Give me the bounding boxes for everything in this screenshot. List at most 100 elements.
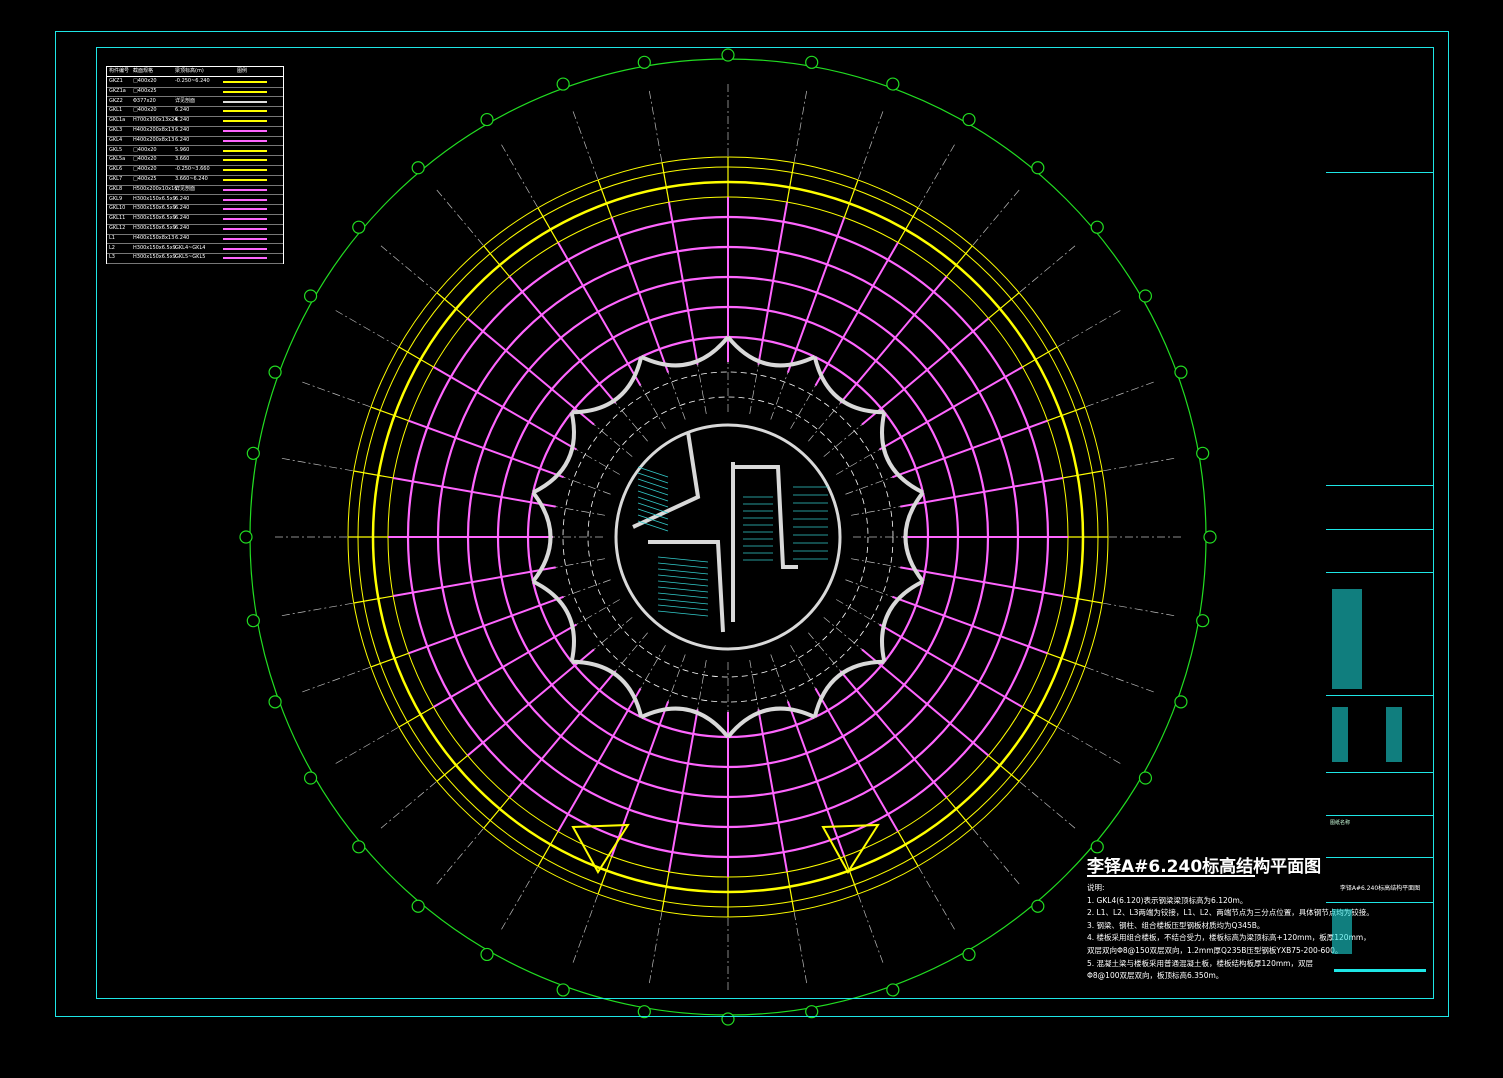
schedule-elev: 6.240 <box>175 136 190 143</box>
schedule-swatch <box>223 100 267 103</box>
schedule-size: □400x20 <box>133 166 157 173</box>
notes-heading: 说明: <box>1087 883 1105 892</box>
schedule-size: H300x150x6.5x9 <box>133 195 176 202</box>
note-line: Φ8@100双层双向，板顶标高6.350m。 <box>1087 971 1224 981</box>
schedule-elev: 6.240 <box>175 205 190 212</box>
schedule-size: □400x20 <box>133 107 157 114</box>
schedule-swatch <box>223 247 267 250</box>
schedule-header: 构件编号 截面规格 梁顶标高(m) 图例 <box>107 67 283 77</box>
schedule-swatch <box>223 237 267 240</box>
schedule-id: GKL6 <box>109 166 123 173</box>
schedule-elev: 3.660 <box>175 156 190 163</box>
schedule-size: H300x150x6.5x9 <box>133 254 176 261</box>
note-line: 5. 混凝土梁与楼板采用普通混凝土板，楼板结构板厚120mm，双层 <box>1087 958 1313 968</box>
schedule-elev: 3.660~6.240 <box>175 176 208 182</box>
schedule-elev: 6.240 <box>175 117 190 124</box>
schedule-size: H300x150x6.5x9 <box>133 225 176 231</box>
schedule-elev: -0.250~6.240 <box>175 78 210 84</box>
drawing-name-label: 图纸名称 <box>1330 820 1351 826</box>
schedule-id: GKL1 <box>109 107 123 114</box>
schedule-id: GKL7 <box>109 176 123 182</box>
schedule-elev: 6.240 <box>175 234 190 241</box>
member-schedule-table: 构件编号 截面规格 梁顶标高(m) 图例 GKZ1 □400x20 -0.250~6… <box>106 66 284 264</box>
schedule-swatch <box>223 169 267 172</box>
schedule-id: L1 <box>109 234 115 241</box>
note-line: 3. 钢梁、钢柱、组合楼板压型钢板材质均为Q345B。 <box>1087 920 1265 930</box>
schedule-id: GKL8 <box>109 185 123 192</box>
schedule-size: H300x150x6.5x9 <box>133 215 176 222</box>
schedule-id: GKZ2 <box>109 97 123 104</box>
schedule-id: GKL11 <box>109 215 126 222</box>
schedule-size: H400x150x8x13 <box>133 234 175 241</box>
schedule-swatch <box>223 228 267 230</box>
schedule-swatch <box>223 149 267 152</box>
schedule-id: GKL4 <box>109 136 123 143</box>
schedule-header-id: 构件编号 <box>109 68 130 74</box>
schedule-elev: 详见剖面 <box>175 97 196 104</box>
review-block <box>1332 707 1348 762</box>
schedule-id: L2 <box>109 244 115 251</box>
note-line: 4. 楼板采用组合楼板，不结合受力，楼板标高为梁顶标高+120mm，板厚120m… <box>1087 933 1371 943</box>
schedule-size: H300x150x6.5x9 <box>133 244 176 251</box>
schedule-swatch <box>223 120 267 123</box>
schedule-swatch <box>223 208 267 211</box>
note-line: 2. L1、L2、L3两端为铰接，L1、L2、两端节点为三分点位置，具体钢节点均… <box>1087 908 1374 918</box>
schedule-id: GKZ1 <box>109 78 123 84</box>
schedule-elev: 5.960 <box>175 146 190 153</box>
schedule-elev: 6.240 <box>175 107 190 114</box>
schedule-id: GKL5 <box>109 146 123 153</box>
schedule-size: H300x150x6.5x9 <box>133 205 176 212</box>
schedule-size: H500x200x10x16 <box>133 185 178 192</box>
info-bar <box>1334 969 1426 972</box>
schedule-row: L3 H300x150x6.5x9 GKL5~GKL5 <box>107 253 283 264</box>
schedule-id: GKL12 <box>109 225 126 231</box>
title-underline <box>1087 875 1255 877</box>
schedule-id: GKZ1a <box>109 87 126 94</box>
info-block <box>1332 909 1352 954</box>
schedule-size: □400x20 <box>133 78 157 84</box>
schedule-size: H700x300x13x24 <box>133 117 178 124</box>
schedule-header-legend: 图例 <box>237 68 248 74</box>
schedule-elev: 6.240 <box>175 195 190 202</box>
schedule-id: GKL5a <box>109 156 126 163</box>
schedule-elev: GKL4~GKL4 <box>175 244 206 251</box>
schedule-swatch <box>223 159 267 162</box>
schedule-swatch <box>223 188 267 191</box>
schedule-size: □400x20 <box>133 156 157 163</box>
schedule-elev: 详见剖面 <box>175 185 196 192</box>
schedule-swatch <box>223 198 267 201</box>
schedule-swatch <box>223 110 267 113</box>
schedule-size: H400x200x8x13 <box>133 136 175 143</box>
schedule-swatch <box>223 81 267 83</box>
schedule-header-elev: 梁顶标高(m) <box>175 68 204 74</box>
drawing-name: 李铎A#6.240标高结构平面图 <box>1339 885 1421 892</box>
schedule-swatch <box>223 257 267 260</box>
schedule-elev: GKL5~GKL5 <box>175 254 206 261</box>
schedule-id: GKL1a <box>109 117 126 124</box>
schedule-swatch <box>223 130 267 132</box>
schedule-size: H400x200x8x13 <box>133 127 175 133</box>
schedule-header-size: 截面规格 <box>133 68 154 74</box>
schedule-size: Φ377x20 <box>133 97 156 104</box>
schedule-size: □400x25 <box>133 87 157 94</box>
schedule-swatch <box>223 90 267 93</box>
review-block <box>1386 707 1402 762</box>
schedule-id: GKL9 <box>109 195 123 202</box>
schedule-swatch <box>223 179 267 181</box>
drawing-title: 李铎A#6.240标高结构平面图 <box>1087 857 1322 877</box>
title-block: 图纸名称 李铎A#6.240标高结构平面图 <box>1326 47 1434 999</box>
signature-block <box>1332 589 1362 689</box>
schedule-elev: 6.240 <box>175 215 190 222</box>
schedule-size: □400x25 <box>133 176 157 182</box>
schedule-size: □400x20 <box>133 146 157 153</box>
schedule-id: GKL3 <box>109 127 123 133</box>
schedule-id: GKL10 <box>109 205 126 212</box>
schedule-elev: 6.240 <box>175 225 190 231</box>
design-notes: 说明: 1. GKL4(6.120)表示钢梁梁顶标高为6.120m。 2. L1… <box>1087 882 1374 983</box>
note-line: 1. GKL4(6.120)表示钢梁梁顶标高为6.120m。 <box>1087 895 1248 905</box>
schedule-id: L3 <box>109 254 115 261</box>
schedule-elev: 6.240 <box>175 127 190 133</box>
note-line: 双层双向Φ8@150双层双向，1.2mm厚Q235B压型钢板YXB75-200-… <box>1087 945 1343 955</box>
schedule-swatch <box>223 218 267 221</box>
schedule-elev: -0.250~3.660 <box>175 166 210 173</box>
